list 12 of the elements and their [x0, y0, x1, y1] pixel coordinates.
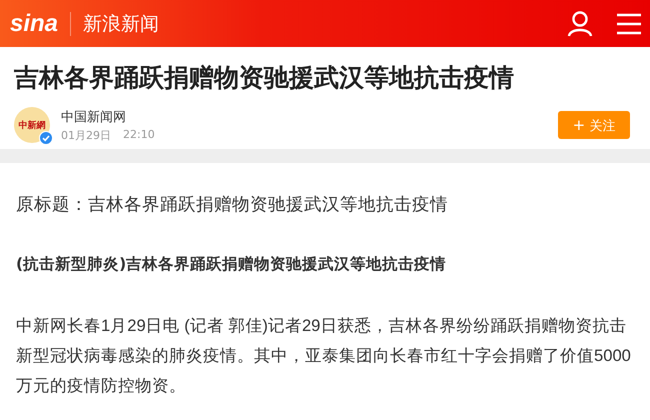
publish-date: 01月29日 [61, 128, 111, 142]
user-icon[interactable] [566, 10, 594, 38]
article-title: 吉林各界踊跃捐赠物资驰援武汉等地抗击疫情 [14, 62, 515, 94]
paragraph: 中新网长春1月29日电 (记者 郭佳)记者29日获悉，吉林各界纷纷踊跃捐赠物资抗击新型冠状病毒感染的肺炎疫情。其中，亚泰集团向长春市红十字会捐赠了价值5000万元的疫情防控物资。 [16, 315, 632, 397]
paragraph: 原标题：吉林各界踊跃捐赠物资驰援武汉等地抗击疫情 [16, 194, 449, 217]
author-name[interactable]: 中国新闻网 [61, 108, 155, 126]
sina-logo[interactable]: sina [10, 10, 58, 38]
publish-time: 22:10 [123, 128, 155, 142]
paragraph: (抗击新型肺炎)吉林各界踊跃捐赠物资驰援武汉等地抗击疫情 [16, 254, 448, 275]
menu-icon[interactable] [616, 12, 642, 36]
channel-title: 新浪新闻 [83, 12, 160, 36]
avatar[interactable]: 中新網 [14, 107, 50, 143]
